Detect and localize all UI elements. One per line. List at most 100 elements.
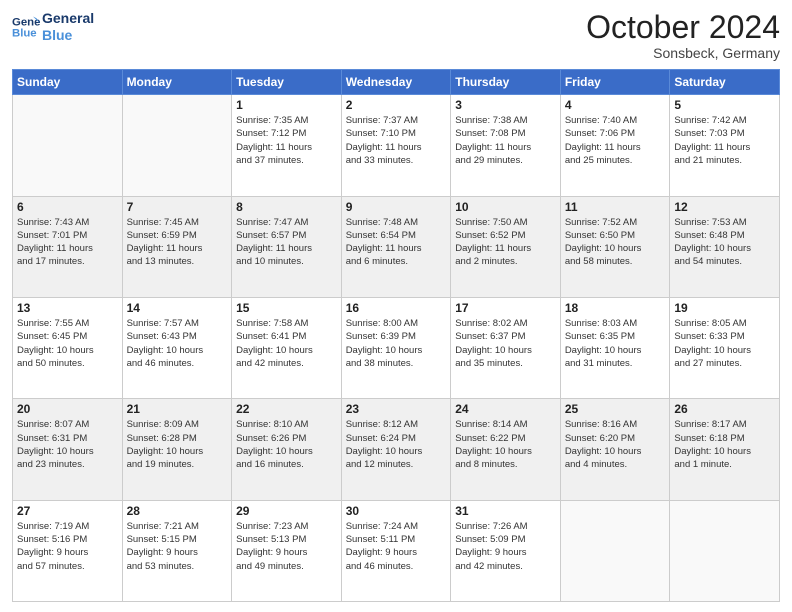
calendar-cell: 18 Sunrise: 8:03 AM Sunset: 6:35 PM Dayli…	[560, 297, 670, 398]
day-number: 10	[455, 200, 556, 214]
day-detail: Sunrise: 7:48 AM Sunset: 6:54 PM Dayligh…	[346, 216, 447, 269]
day-detail: Sunrise: 7:40 AM Sunset: 7:06 PM Dayligh…	[565, 114, 666, 167]
location: Sonsbeck, Germany	[586, 45, 780, 61]
calendar-cell: 1 Sunrise: 7:35 AM Sunset: 7:12 PM Daylig…	[232, 95, 342, 196]
day-number: 2	[346, 98, 447, 112]
day-number: 24	[455, 402, 556, 416]
day-number: 19	[674, 301, 775, 315]
day-number: 29	[236, 504, 337, 518]
calendar-cell: 25 Sunrise: 8:16 AM Sunset: 6:20 PM Dayli…	[560, 399, 670, 500]
day-detail: Sunrise: 7:19 AM Sunset: 5:16 PM Dayligh…	[17, 520, 118, 573]
day-number: 17	[455, 301, 556, 315]
day-detail: Sunrise: 8:17 AM Sunset: 6:18 PM Dayligh…	[674, 418, 775, 471]
day-number: 31	[455, 504, 556, 518]
day-detail: Sunrise: 7:43 AM Sunset: 7:01 PM Dayligh…	[17, 216, 118, 269]
logo-text-blue: Blue	[42, 27, 94, 44]
day-detail: Sunrise: 8:14 AM Sunset: 6:22 PM Dayligh…	[455, 418, 556, 471]
day-detail: Sunrise: 7:24 AM Sunset: 5:11 PM Dayligh…	[346, 520, 447, 573]
calendar-cell: 26 Sunrise: 8:17 AM Sunset: 6:18 PM Dayli…	[670, 399, 780, 500]
day-number: 5	[674, 98, 775, 112]
day-detail: Sunrise: 8:03 AM Sunset: 6:35 PM Dayligh…	[565, 317, 666, 370]
calendar-cell: 19 Sunrise: 8:05 AM Sunset: 6:33 PM Dayli…	[670, 297, 780, 398]
weekday-header-friday: Friday	[560, 70, 670, 95]
calendar-cell: 31 Sunrise: 7:26 AM Sunset: 5:09 PM Dayli…	[451, 500, 561, 601]
logo-icon: General Blue	[12, 13, 40, 41]
calendar-cell: 4 Sunrise: 7:40 AM Sunset: 7:06 PM Daylig…	[560, 95, 670, 196]
calendar-cell: 10 Sunrise: 7:50 AM Sunset: 6:52 PM Dayli…	[451, 196, 561, 297]
day-number: 9	[346, 200, 447, 214]
day-number: 16	[346, 301, 447, 315]
day-number: 15	[236, 301, 337, 315]
page: General Blue General Blue October 2024 S…	[0, 0, 792, 612]
calendar-cell: 30 Sunrise: 7:24 AM Sunset: 5:11 PM Dayli…	[341, 500, 451, 601]
calendar-cell: 6 Sunrise: 7:43 AM Sunset: 7:01 PM Daylig…	[13, 196, 123, 297]
day-number: 11	[565, 200, 666, 214]
calendar-week-row: 13 Sunrise: 7:55 AM Sunset: 6:45 PM Dayli…	[13, 297, 780, 398]
day-detail: Sunrise: 7:38 AM Sunset: 7:08 PM Dayligh…	[455, 114, 556, 167]
day-number: 23	[346, 402, 447, 416]
calendar-cell: 3 Sunrise: 7:38 AM Sunset: 7:08 PM Daylig…	[451, 95, 561, 196]
day-detail: Sunrise: 8:10 AM Sunset: 6:26 PM Dayligh…	[236, 418, 337, 471]
day-number: 20	[17, 402, 118, 416]
weekday-header-wednesday: Wednesday	[341, 70, 451, 95]
calendar-cell: 20Sunrise: 8:07 AM Sunset: 6:31 PM Dayli…	[13, 399, 123, 500]
weekday-header-tuesday: Tuesday	[232, 70, 342, 95]
day-detail: Sunrise: 7:50 AM Sunset: 6:52 PM Dayligh…	[455, 216, 556, 269]
day-detail: Sunrise: 8:09 AM Sunset: 6:28 PM Dayligh…	[127, 418, 228, 471]
day-number: 22	[236, 402, 337, 416]
day-detail: Sunrise: 8:16 AM Sunset: 6:20 PM Dayligh…	[565, 418, 666, 471]
month-title: October 2024	[586, 10, 780, 45]
day-detail: Sunrise: 7:23 AM Sunset: 5:13 PM Dayligh…	[236, 520, 337, 573]
calendar-cell	[122, 95, 232, 196]
calendar-cell: 11Sunrise: 7:52 AM Sunset: 6:50 PM Dayli…	[560, 196, 670, 297]
weekday-header-thursday: Thursday	[451, 70, 561, 95]
day-detail: Sunrise: 7:53 AM Sunset: 6:48 PM Dayligh…	[674, 216, 775, 269]
calendar-cell: 28Sunrise: 7:21 AM Sunset: 5:15 PM Dayli…	[122, 500, 232, 601]
calendar-cell: 14 Sunrise: 7:57 AM Sunset: 6:43 PM Dayli…	[122, 297, 232, 398]
calendar-cell: 7Sunrise: 7:45 AM Sunset: 6:59 PM Daylig…	[122, 196, 232, 297]
calendar-cell: 13 Sunrise: 7:55 AM Sunset: 6:45 PM Dayli…	[13, 297, 123, 398]
day-number: 1	[236, 98, 337, 112]
weekday-header-monday: Monday	[122, 70, 232, 95]
calendar-cell: 22 Sunrise: 8:10 AM Sunset: 6:26 PM Dayli…	[232, 399, 342, 500]
day-number: 14	[127, 301, 228, 315]
day-detail: Sunrise: 7:55 AM Sunset: 6:45 PM Dayligh…	[17, 317, 118, 370]
calendar-cell: 15 Sunrise: 7:58 AM Sunset: 6:41 PM Dayli…	[232, 297, 342, 398]
title-area: October 2024 Sonsbeck, Germany	[586, 10, 780, 61]
day-detail: Sunrise: 8:00 AM Sunset: 6:39 PM Dayligh…	[346, 317, 447, 370]
day-number: 26	[674, 402, 775, 416]
day-detail: Sunrise: 7:35 AM Sunset: 7:12 PM Dayligh…	[236, 114, 337, 167]
calendar-table: SundayMondayTuesdayWednesdayThursdayFrid…	[12, 69, 780, 602]
weekday-header-sunday: Sunday	[13, 70, 123, 95]
logo-text-general: General	[42, 10, 94, 27]
day-number: 12	[674, 200, 775, 214]
day-detail: Sunrise: 7:57 AM Sunset: 6:43 PM Dayligh…	[127, 317, 228, 370]
calendar-cell: 21Sunrise: 8:09 AM Sunset: 6:28 PM Dayli…	[122, 399, 232, 500]
calendar-cell: 29 Sunrise: 7:23 AM Sunset: 5:13 PM Dayli…	[232, 500, 342, 601]
day-number: 28	[127, 504, 228, 518]
day-number: 7	[127, 200, 228, 214]
day-number: 8	[236, 200, 337, 214]
day-detail: Sunrise: 7:58 AM Sunset: 6:41 PM Dayligh…	[236, 317, 337, 370]
day-detail: Sunrise: 8:12 AM Sunset: 6:24 PM Dayligh…	[346, 418, 447, 471]
day-number: 4	[565, 98, 666, 112]
day-number: 18	[565, 301, 666, 315]
calendar-cell: 27Sunrise: 7:19 AM Sunset: 5:16 PM Dayli…	[13, 500, 123, 601]
weekday-header-saturday: Saturday	[670, 70, 780, 95]
svg-text:Blue: Blue	[12, 27, 37, 39]
day-number: 3	[455, 98, 556, 112]
day-number: 6	[17, 200, 118, 214]
day-detail: Sunrise: 8:02 AM Sunset: 6:37 PM Dayligh…	[455, 317, 556, 370]
calendar-cell	[670, 500, 780, 601]
day-detail: Sunrise: 8:05 AM Sunset: 6:33 PM Dayligh…	[674, 317, 775, 370]
day-number: 30	[346, 504, 447, 518]
calendar-cell: 17 Sunrise: 8:02 AM Sunset: 6:37 PM Dayli…	[451, 297, 561, 398]
logo: General Blue General Blue	[12, 10, 94, 44]
day-number: 13	[17, 301, 118, 315]
day-number: 25	[565, 402, 666, 416]
day-detail: Sunrise: 7:42 AM Sunset: 7:03 PM Dayligh…	[674, 114, 775, 167]
calendar-cell: 16 Sunrise: 8:00 AM Sunset: 6:39 PM Dayli…	[341, 297, 451, 398]
calendar-cell: 5 Sunrise: 7:42 AM Sunset: 7:03 PM Daylig…	[670, 95, 780, 196]
calendar-cell: 23 Sunrise: 8:12 AM Sunset: 6:24 PM Dayli…	[341, 399, 451, 500]
day-detail: Sunrise: 7:26 AM Sunset: 5:09 PM Dayligh…	[455, 520, 556, 573]
